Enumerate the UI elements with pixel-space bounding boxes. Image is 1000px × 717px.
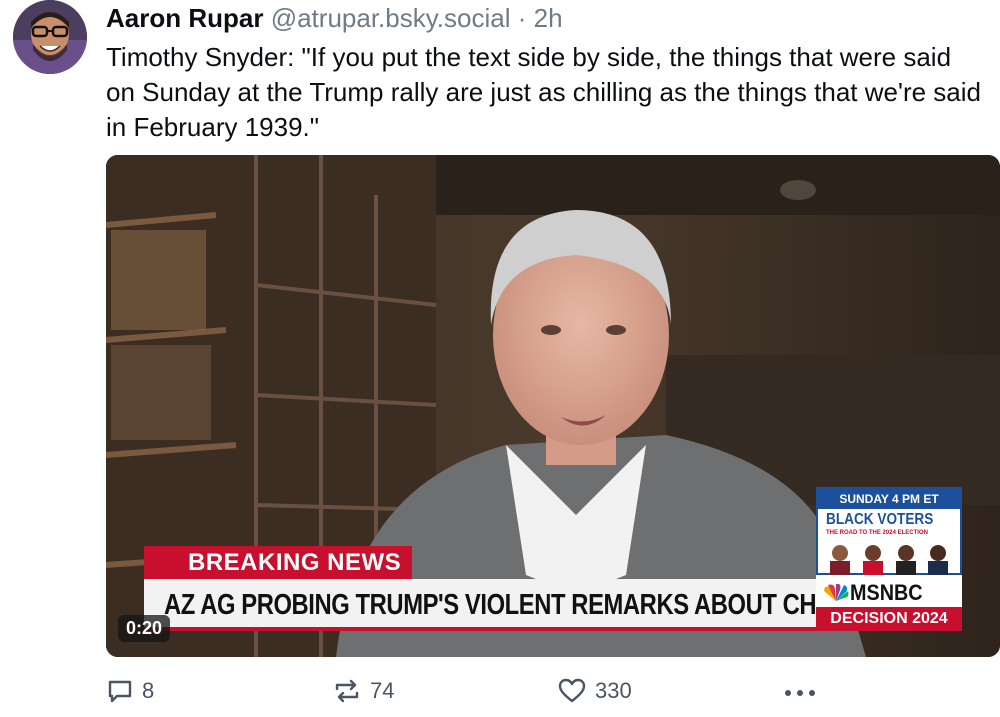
promo-time: SUNDAY 4 PM ET xyxy=(818,489,960,509)
avatar[interactable] xyxy=(13,0,87,74)
like-count: 330 xyxy=(595,678,632,703)
like-button[interactable]: 330 xyxy=(557,674,632,708)
promo-box: SUNDAY 4 PM ET BLACK VOTERS THE ROAD TO … xyxy=(816,487,962,575)
reply-count: 8 xyxy=(142,678,155,703)
video-player[interactable]: BREAKING NEWS AZ AG PROBING TRUMP'S VIOL… xyxy=(106,155,1000,657)
reply-button[interactable]: 8 xyxy=(106,674,154,708)
like-icon xyxy=(558,678,586,703)
promo-faces-image xyxy=(830,545,948,575)
headline-bar: AZ AG PROBING TRUMP'S VIOLENT REMARKS AB… xyxy=(144,579,880,631)
repost-icon xyxy=(335,679,359,703)
promo-subtitle: THE ROAD TO THE 2024 ELECTION xyxy=(826,530,928,536)
author-name[interactable]: Aaron Rupar xyxy=(106,3,263,33)
network-logo-box: MSNBC DECISION 2024 xyxy=(816,575,962,631)
header-separator: · xyxy=(517,3,527,33)
post-actions: 8 74 330 xyxy=(106,674,1000,708)
reply-icon xyxy=(108,680,132,703)
avatar-image xyxy=(13,0,87,74)
repost-button[interactable]: 74 xyxy=(332,674,394,708)
repost-count: 74 xyxy=(370,678,395,703)
decision-2024-banner: DECISION 2024 xyxy=(816,607,962,631)
breaking-news-label: BREAKING NEWS xyxy=(144,546,412,579)
more-icon xyxy=(785,690,815,696)
video-duration: 0:20 xyxy=(118,615,171,642)
promo-title: BLACK VOTERS xyxy=(826,511,934,528)
author-handle[interactable]: @atrupar.bsky.social xyxy=(271,3,511,33)
more-options-button[interactable] xyxy=(782,674,818,708)
post-header: Aaron Rupar @atrupar.bsky.social · 2h xyxy=(106,3,563,33)
news-lower-third: BREAKING NEWS AZ AG PROBING TRUMP'S VIOL… xyxy=(106,155,1000,657)
post-timestamp[interactable]: 2h xyxy=(534,3,563,33)
news-headline: AZ AG PROBING TRUMP'S VIOLENT REMARKS AB… xyxy=(164,589,880,621)
network-name: MSNBC xyxy=(850,580,923,605)
peacock-icon xyxy=(824,583,849,601)
post-text: Timothy Snyder: "If you put the text sid… xyxy=(106,42,981,142)
